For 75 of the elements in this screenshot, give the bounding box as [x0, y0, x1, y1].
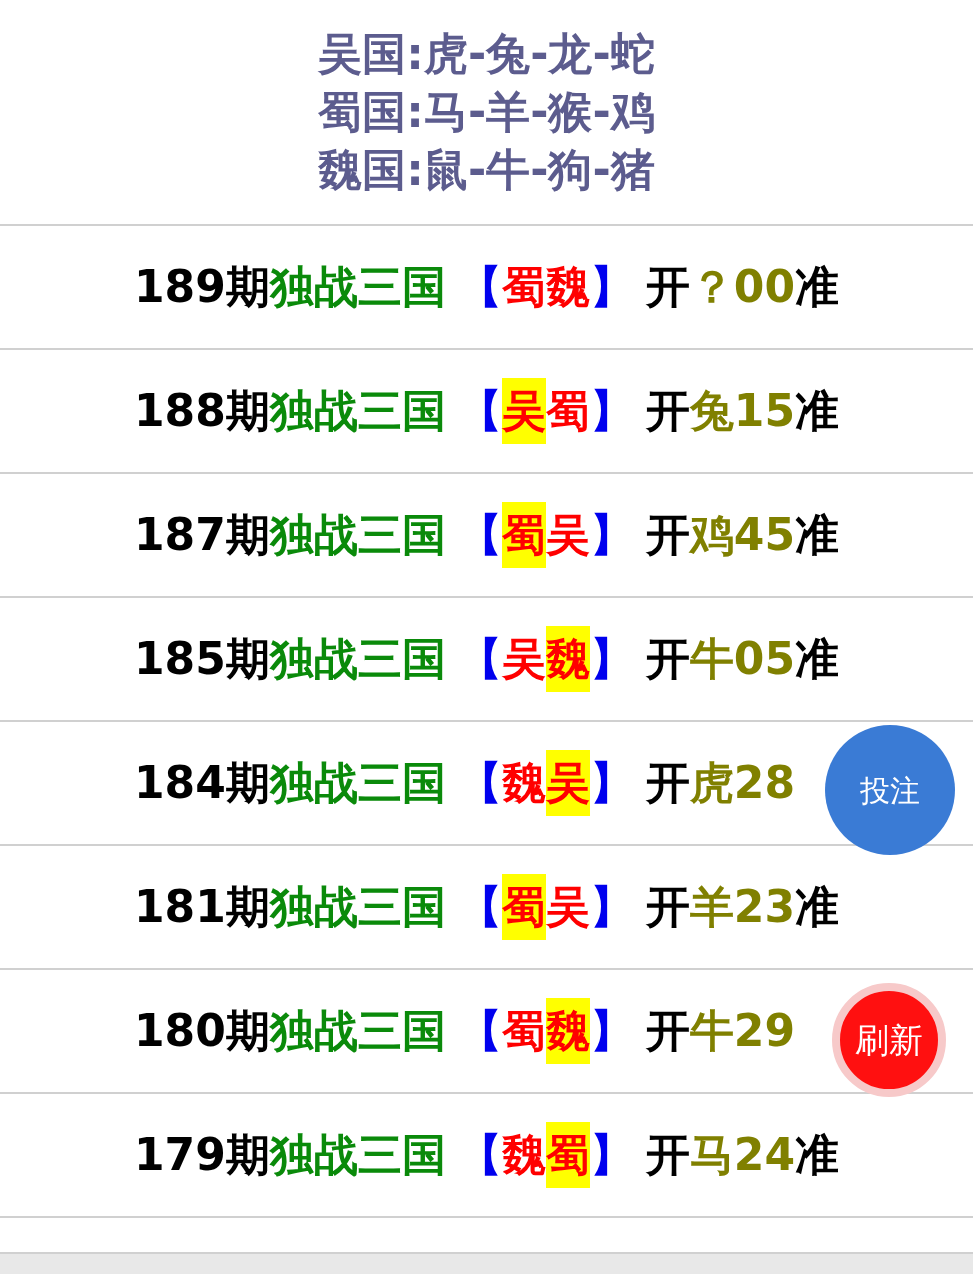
result-label: 开	[645, 508, 690, 562]
accuracy-label: 准	[795, 880, 840, 934]
result-label: 开	[645, 260, 690, 314]
accuracy-label: 准	[795, 1128, 840, 1182]
prediction-title: 独战三国	[269, 384, 446, 438]
highlighted-pick: 吴	[545, 750, 590, 816]
prediction-title: 独战三国	[269, 1128, 446, 1182]
bracket-open: 【	[457, 260, 502, 314]
highlighted-pick: 吴	[501, 378, 546, 444]
pick-text: 魏	[501, 1128, 546, 1182]
bracket-close: 】	[589, 508, 634, 562]
pick-text: 魏	[545, 260, 590, 314]
highlighted-pick: 蜀	[545, 1122, 590, 1188]
result-value: 牛29	[689, 1004, 796, 1058]
issue-number: 181期	[133, 880, 270, 934]
prediction-title: 独战三国	[269, 260, 446, 314]
highlighted-pick: 魏	[545, 998, 590, 1064]
bet-button[interactable]: 投注	[825, 725, 955, 855]
result-label: 开	[645, 1004, 690, 1058]
result-label: 开	[645, 880, 690, 934]
bracket-open: 【	[457, 384, 502, 438]
highlighted-pick: 蜀	[501, 502, 546, 568]
prediction-title: 独战三国	[269, 1004, 446, 1058]
result-value: 虎28	[689, 756, 796, 810]
pick-text: 魏	[501, 756, 546, 810]
bracket-open: 【	[457, 756, 502, 810]
highlighted-pick: 蜀	[501, 874, 546, 940]
accuracy-label: 准	[795, 508, 840, 562]
issue-number: 180期	[133, 1004, 270, 1058]
bracket-close: 】	[589, 756, 634, 810]
bracket-close: 】	[589, 384, 634, 438]
zodiac-group-text: 吴国:虎-兔-龙-蛇	[318, 27, 655, 81]
accuracy-label: 准	[795, 384, 840, 438]
bracket-close: 】	[589, 1128, 634, 1182]
result-value: 兔15	[689, 384, 796, 438]
prediction-title: 独战三国	[269, 756, 446, 810]
issue-number: 188期	[133, 384, 270, 438]
pick-text: 吴	[545, 508, 590, 562]
pick-text: 蜀	[501, 1004, 546, 1058]
bracket-open: 【	[457, 508, 502, 562]
result-label: 开	[645, 1128, 690, 1182]
bracket-open: 【	[457, 632, 502, 686]
pick-text: 蜀	[501, 260, 546, 314]
bracket-close: 】	[589, 632, 634, 686]
issue-number: 184期	[133, 756, 270, 810]
highlighted-pick: 魏	[545, 626, 590, 692]
bracket-open: 【	[457, 880, 502, 934]
accuracy-label: 准	[795, 260, 840, 314]
result-value: 羊23	[689, 880, 796, 934]
bracket-close: 】	[589, 1004, 634, 1058]
result-label: 开	[645, 632, 690, 686]
issue-number: 187期	[133, 508, 270, 562]
issue-number: 189期	[133, 260, 270, 314]
accuracy-label: 准	[795, 632, 840, 686]
issue-number: 179期	[133, 1128, 270, 1182]
zodiac-group-text: 蜀国:马-羊-猴-鸡	[318, 85, 655, 139]
result-value: ？00	[689, 260, 796, 314]
zodiac-group-text: 魏国:鼠-牛-狗-猪	[318, 143, 655, 197]
result-value: 牛05	[689, 632, 796, 686]
refresh-button[interactable]: 刷新	[832, 983, 946, 1097]
prediction-title: 独战三国	[269, 508, 446, 562]
bracket-open: 【	[457, 1128, 502, 1182]
pick-text: 蜀	[545, 384, 590, 438]
result-value: 马24	[689, 1128, 796, 1182]
pick-text: 吴	[501, 632, 546, 686]
bracket-open: 【	[457, 1004, 502, 1058]
pick-text: 吴	[545, 880, 590, 934]
issue-number: 185期	[133, 632, 270, 686]
result-label: 开	[645, 756, 690, 810]
result-label: 开	[645, 384, 690, 438]
bracket-close: 】	[589, 260, 634, 314]
bracket-close: 】	[589, 880, 634, 934]
prediction-title: 独战三国	[269, 632, 446, 686]
result-value: 鸡45	[689, 508, 796, 562]
prediction-title: 独战三国	[269, 880, 446, 934]
